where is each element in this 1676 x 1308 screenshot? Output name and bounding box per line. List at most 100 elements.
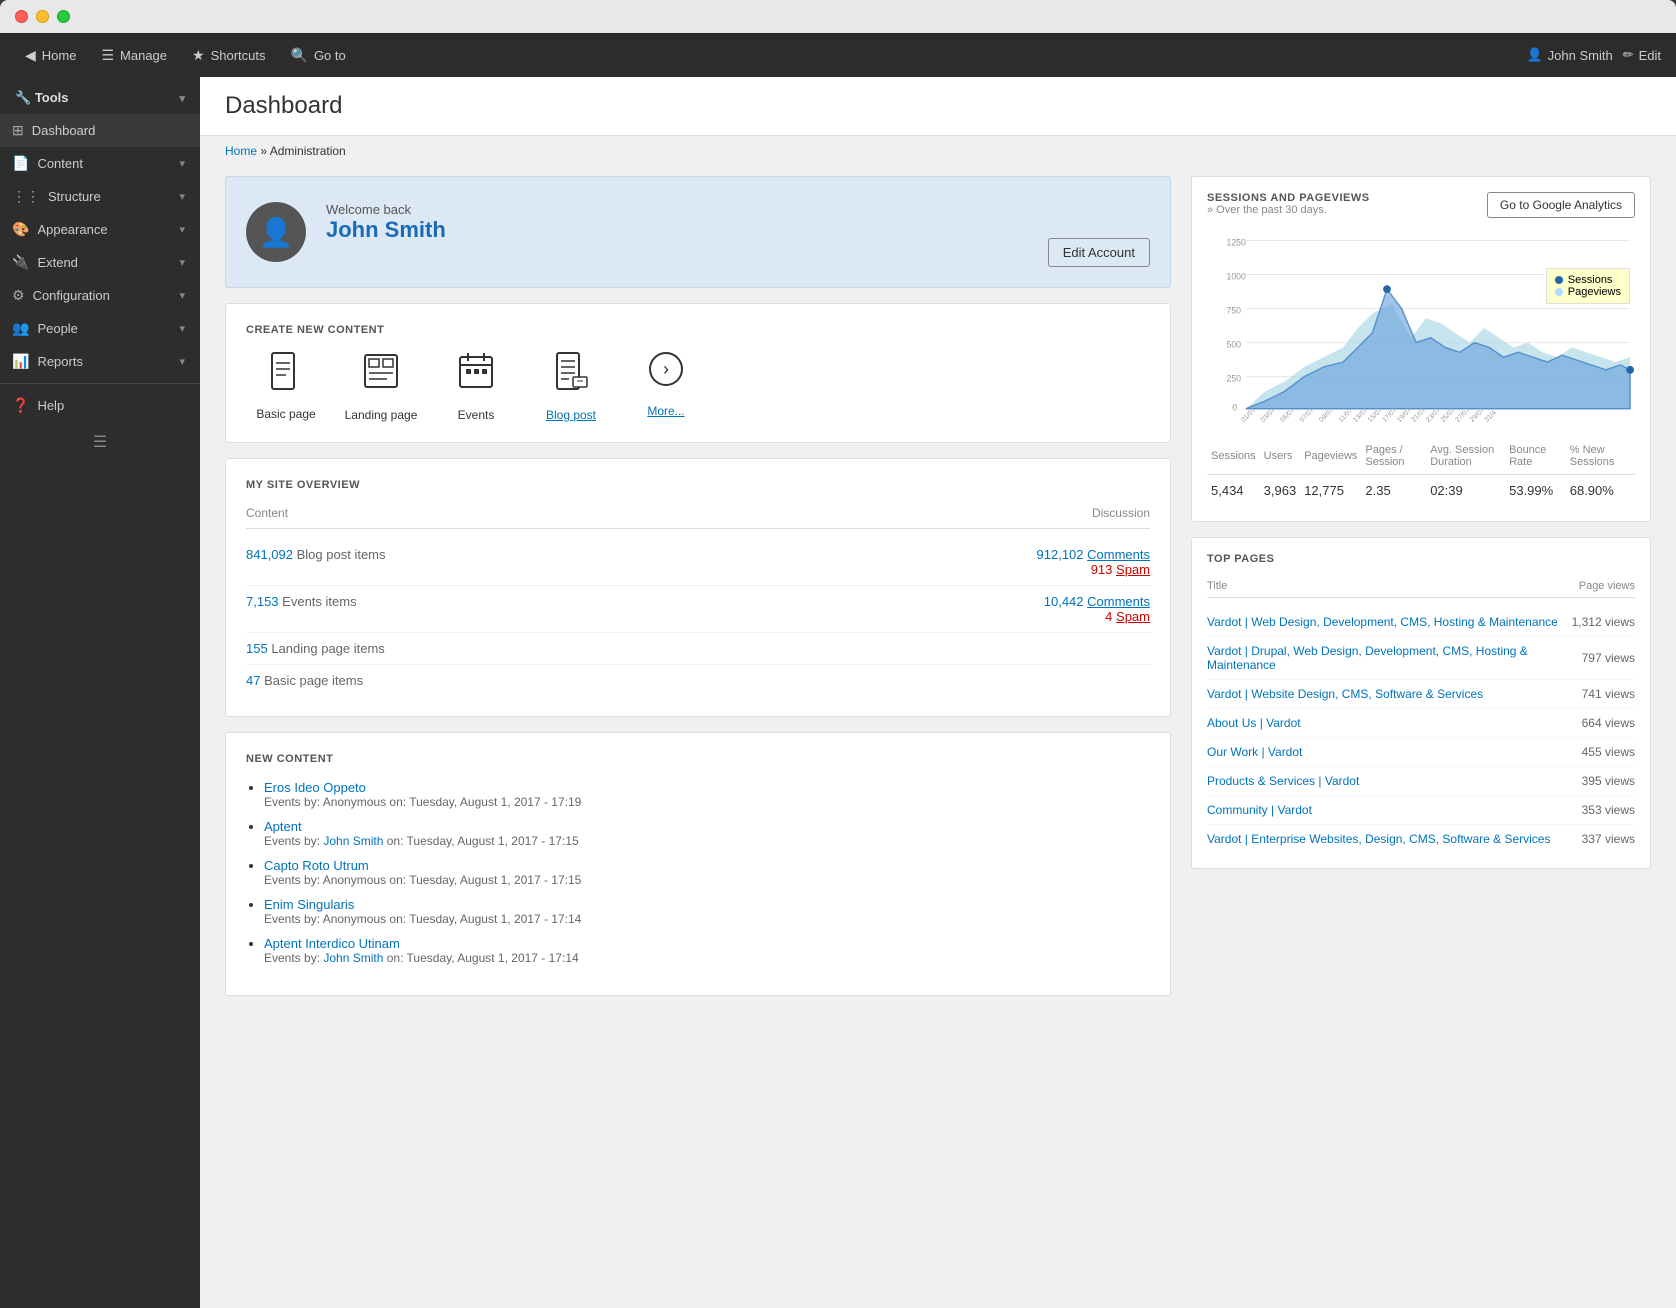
top-pages-row-5: Products & Services | Vardot 395 views <box>1207 767 1635 796</box>
nav-goto[interactable]: 🔍 Go to <box>281 41 356 70</box>
sidebar-item-reports[interactable]: 📊 Reports ▾ <box>0 345 200 378</box>
create-events[interactable]: Events <box>436 351 516 422</box>
stats-table: Sessions Users Pageviews Pages / Session… <box>1207 438 1635 506</box>
tools-chevron-icon: ▾ <box>179 92 185 105</box>
maximize-button[interactable] <box>57 10 70 23</box>
sidebar-item-structure[interactable]: ⋮⋮ Structure ▾ <box>0 180 200 213</box>
landing-page-icon <box>363 351 399 400</box>
create-blog-post[interactable]: Blog post <box>531 351 611 422</box>
collapse-icon: ☰ <box>93 432 107 452</box>
top-pages-link-3[interactable]: About Us | Vardot <box>1207 716 1301 730</box>
right-column: SESSIONS AND PAGEVIEWS » Over the past 3… <box>1191 176 1651 996</box>
overview-count-2[interactable]: 155 <box>246 641 268 656</box>
extend-chevron-icon: ▾ <box>179 256 185 269</box>
new-content-link-4[interactable]: Aptent Interdico Utinam <box>264 936 400 951</box>
content-area: Dashboard Home » Administration 👤 Welcom… <box>200 77 1676 1308</box>
goto-label: Go to <box>314 48 346 63</box>
left-column: 👤 Welcome back John Smith Edit Account C… <box>225 176 1171 996</box>
overview-count-0[interactable]: 841,092 <box>246 547 293 562</box>
create-more[interactable]: › More... <box>626 351 706 422</box>
new-content-meta-4: Events by: John Smith on: Tuesday, Augus… <box>264 951 1150 965</box>
top-pages-row-6: Community | Vardot 353 views <box>1207 796 1635 825</box>
sessions-legend-dot <box>1555 276 1563 284</box>
site-overview-card: MY SITE OVERVIEW Content Discussion 841,… <box>225 458 1171 717</box>
blog-post-label: Blog post <box>546 408 596 422</box>
svg-text:11/07: 11/07 <box>1338 407 1355 424</box>
create-content-card: CREATE NEW CONTENT Basic page <box>225 303 1171 443</box>
nav-home[interactable]: ◀ Home <box>15 41 86 70</box>
breadcrumb-home[interactable]: Home <box>225 144 257 158</box>
star-icon: ★ <box>192 47 205 64</box>
sidebar-reports-label: Reports <box>37 354 83 369</box>
overview-spam-link-1[interactable]: Spam <box>1116 609 1150 624</box>
col-avg-session: Avg. Session Duration <box>1426 438 1505 475</box>
user-icon: 👤 <box>1526 47 1542 63</box>
top-pages-link-2[interactable]: Vardot | Website Design, CMS, Software &… <box>1207 687 1483 701</box>
top-pages-row-4: Our Work | Vardot 455 views <box>1207 738 1635 767</box>
chart-header: SESSIONS AND PAGEVIEWS » Over the past 3… <box>1207 192 1635 218</box>
edit-account-button[interactable]: Edit Account <box>1048 238 1150 267</box>
events-icon <box>458 351 494 400</box>
go-analytics-button[interactable]: Go to Google Analytics <box>1487 192 1635 218</box>
svg-text:250: 250 <box>1226 374 1241 384</box>
new-content-item-0: Eros Ideo Oppeto Events by: Anonymous on… <box>264 780 1150 809</box>
overview-row-3: 47 Basic page items <box>246 665 1150 696</box>
close-button[interactable] <box>15 10 28 23</box>
edit-button[interactable]: ✏ Edit <box>1623 47 1661 63</box>
create-landing-page[interactable]: Landing page <box>341 351 421 422</box>
overview-col-content: Content <box>246 506 688 520</box>
overview-count-3[interactable]: 47 <box>246 673 260 688</box>
sidebar-item-people[interactable]: 👥 People ▾ <box>0 312 200 345</box>
sidebar-item-content[interactable]: 📄 Content ▾ <box>0 147 200 180</box>
overview-count-1[interactable]: 7,153 <box>246 594 279 609</box>
create-basic-page[interactable]: Basic page <box>246 351 326 422</box>
appearance-chevron-icon: ▾ <box>179 223 185 236</box>
new-content-link-1[interactable]: Aptent <box>264 819 302 834</box>
sidebar-item-configuration[interactable]: ⚙ Configuration ▾ <box>0 279 200 312</box>
stat-new-sessions: 68.90% <box>1566 475 1635 507</box>
page-title: Dashboard <box>225 92 1651 120</box>
new-content-link-0[interactable]: Eros Ideo Oppeto <box>264 780 366 795</box>
col-sessions: Sessions <box>1207 438 1260 475</box>
nav-manage[interactable]: ☰ Manage <box>91 41 177 70</box>
stat-pages-session: 2.35 <box>1361 475 1426 507</box>
new-content-item-2: Capto Roto Utrum Events by: Anonymous on… <box>264 858 1150 887</box>
new-content-link-2[interactable]: Capto Roto Utrum <box>264 858 369 873</box>
top-pages-link-0[interactable]: Vardot | Web Design, Development, CMS, H… <box>1207 615 1558 629</box>
sidebar-collapse-button[interactable]: ☰ <box>0 422 200 462</box>
col-pages-session: Pages / Session <box>1361 438 1426 475</box>
top-pages-link-7[interactable]: Vardot | Enterprise Websites, Design, CM… <box>1207 832 1550 846</box>
new-content-link-3[interactable]: Enim Singularis <box>264 897 354 912</box>
top-pages-link-1[interactable]: Vardot | Drupal, Web Design, Development… <box>1207 644 1572 672</box>
minimize-button[interactable] <box>36 10 49 23</box>
tools-icon: 🔧 <box>15 90 31 105</box>
nav-shortcuts[interactable]: ★ Shortcuts <box>182 41 275 70</box>
overview-comments-link-0[interactable]: Comments <box>1087 547 1150 562</box>
svg-text:500: 500 <box>1226 339 1241 349</box>
svg-text:0: 0 <box>1232 403 1237 413</box>
reports-icon: 📊 <box>12 353 29 370</box>
sidebar-item-help[interactable]: ❓ Help <box>0 389 200 422</box>
stat-users: 3,963 <box>1260 475 1301 507</box>
sidebar: 🔧 Tools ▾ ⊞ Dashboard 📄 Content ▾ ⋮⋮ Str… <box>0 77 200 1308</box>
top-pages-link-5[interactable]: Products & Services | Vardot <box>1207 774 1359 788</box>
top-pages-views-7: 337 views <box>1582 832 1635 846</box>
overview-row-1: 7,153 Events items 10,442 Comments 4 Spa… <box>246 586 1150 633</box>
overview-comments-link-1[interactable]: Comments <box>1087 594 1150 609</box>
sidebar-structure-label: Structure <box>48 189 101 204</box>
overview-content-label-0: Blog post items <box>297 547 386 562</box>
top-pages-link-6[interactable]: Community | Vardot <box>1207 803 1312 817</box>
overview-spam-link-0[interactable]: Spam <box>1116 562 1150 577</box>
shortcuts-label: Shortcuts <box>211 48 266 63</box>
breadcrumb: Home » Administration <box>200 136 1676 166</box>
content-icons-grid: Basic page Landing page Ev <box>246 351 1150 422</box>
user-menu[interactable]: 👤 John Smith <box>1526 47 1612 63</box>
analytics-chart-card: SESSIONS AND PAGEVIEWS » Over the past 3… <box>1191 176 1651 522</box>
top-pages-col-views: Page views <box>1579 580 1635 592</box>
stat-pageviews: 12,775 <box>1300 475 1361 507</box>
svg-text:31/4: 31/4 <box>1483 409 1497 423</box>
sidebar-item-extend[interactable]: 🔌 Extend ▾ <box>0 246 200 279</box>
sidebar-item-dashboard[interactable]: ⊞ Dashboard <box>0 114 200 147</box>
top-pages-link-4[interactable]: Our Work | Vardot <box>1207 745 1302 759</box>
sidebar-item-appearance[interactable]: 🎨 Appearance ▾ <box>0 213 200 246</box>
